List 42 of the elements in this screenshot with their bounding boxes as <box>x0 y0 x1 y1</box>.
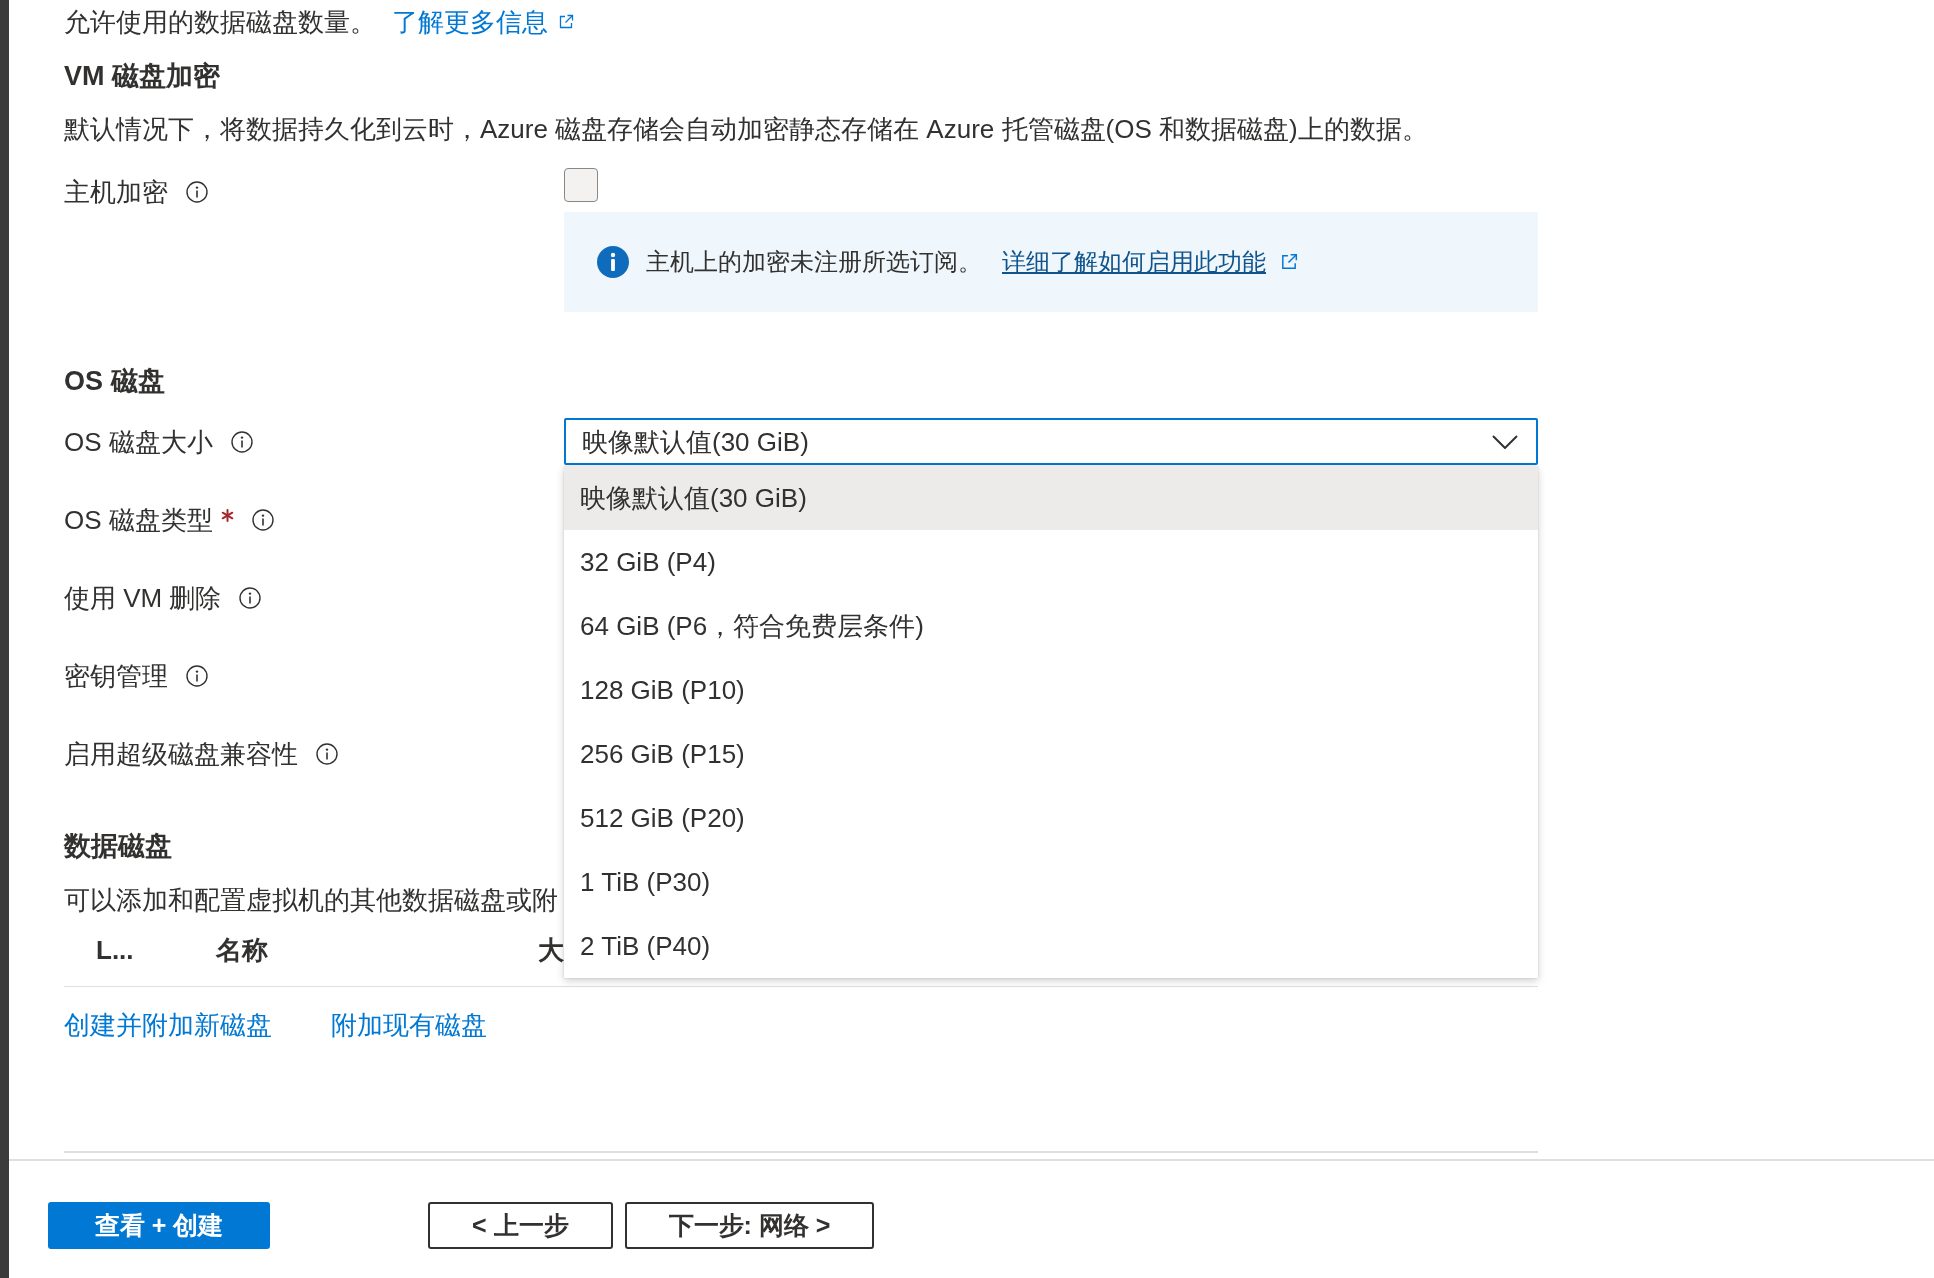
dropdown-option[interactable]: 1 TiB (P30) <box>564 850 1538 914</box>
dropdown-option[interactable]: 映像默认值(30 GiB) <box>564 466 1538 530</box>
field-label: 使用 VM 删除 <box>64 581 222 614</box>
external-link-icon[interactable] <box>1280 253 1298 271</box>
column-header: L... <box>95 934 134 966</box>
info-icon[interactable] <box>251 508 274 531</box>
field-label: OS 磁盘大小 <box>64 425 213 458</box>
column-header: 名称 <box>216 934 268 966</box>
field-label: 启用超级磁盘兼容性 <box>64 737 298 770</box>
nav-button[interactable]: 下一步: 网络 > <box>624 1202 875 1249</box>
section-heading: VM 磁盘加密 <box>64 60 220 93</box>
learn-more-link[interactable]: 了解更多信息 <box>392 6 548 38</box>
dropdown-option[interactable]: 256 GiB (P15) <box>564 722 1538 786</box>
field-label: 密钥管理 <box>64 659 168 692</box>
section-heading: OS 磁盘 <box>64 365 165 398</box>
field-label: OS 磁盘类型 <box>64 503 213 536</box>
dropdown-option[interactable]: 512 GiB (P20) <box>564 786 1538 850</box>
dropdown-option[interactable]: 2 TiB (P40) <box>564 914 1538 978</box>
info-icon[interactable] <box>186 180 208 203</box>
notice-text: 主机上的加密未注册所选订阅。 <box>646 247 982 277</box>
disk-link[interactable]: 创建并附加新磁盘 <box>64 1009 272 1041</box>
enable-feature-link[interactable]: 详细了解如何启用此功能 <box>1002 246 1266 278</box>
dropdown-option[interactable]: 32 GiB (P4) <box>564 530 1538 594</box>
dropdown-field[interactable]: 映像默认值(30 GiB) <box>564 418 1538 465</box>
info-icon[interactable] <box>239 586 262 609</box>
info-icon <box>597 246 629 278</box>
chevron-down-icon <box>1492 434 1518 449</box>
disk-link[interactable]: 附加现有磁盘 <box>331 1009 487 1041</box>
info-icon[interactable] <box>186 664 208 687</box>
column-header: 大 <box>538 934 564 966</box>
field-label: 主机加密 <box>64 175 168 208</box>
section-heading: 数据磁盘 <box>64 830 172 863</box>
note-text: 允许使用的数据磁盘数量。 <box>64 6 376 38</box>
nav-button[interactable]: < 上一步 <box>428 1202 613 1249</box>
section-description: 默认情况下，将数据持久化到云时，Azure 磁盘存储会自动加密静态存储在 Azure 托管磁盘(OS 和数据磁盘)上的数据。 <box>64 113 1428 145</box>
external-link-icon[interactable] <box>558 14 574 30</box>
review-create-button[interactable]: 查看 + 创建 <box>48 1202 270 1249</box>
section-description: 可以添加和配置虚拟机的其他数据磁盘或附 <box>64 884 558 916</box>
info-icon[interactable] <box>230 430 253 453</box>
info-icon[interactable] <box>316 742 338 765</box>
dropdown-option[interactable]: 128 GiB (P10) <box>564 658 1538 722</box>
dropdown-option[interactable]: 64 GiB (P6，符合免费层条件) <box>564 594 1538 658</box>
